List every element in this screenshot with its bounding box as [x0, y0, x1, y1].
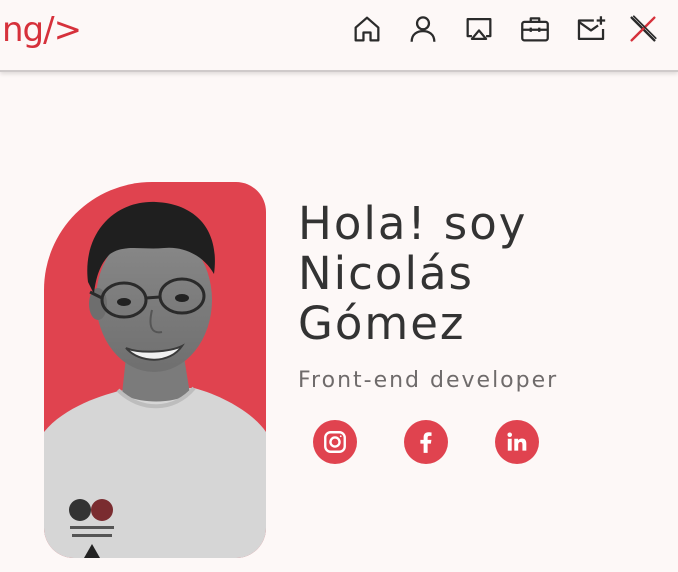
home-icon [354, 16, 380, 42]
role-subtitle: Front-end developer [298, 368, 559, 393]
site-header: ng/> [0, 0, 678, 72]
instagram-icon [324, 431, 346, 453]
logo[interactable]: ng/> [2, 10, 82, 50]
facebook-link[interactable] [404, 420, 448, 464]
profile-photo-illustration [44, 201, 266, 558]
briefcase-icon [521, 17, 549, 42]
nav-close[interactable] [623, 9, 663, 49]
nav-home[interactable] [347, 9, 387, 49]
linkedin-link[interactable] [495, 420, 539, 464]
user-icon [410, 16, 436, 42]
nav-contact[interactable] [571, 9, 611, 49]
linkedin-icon [507, 432, 527, 451]
heading-line: Gómez [298, 297, 466, 350]
nav-projects[interactable] [459, 9, 499, 49]
instagram-link[interactable] [313, 420, 357, 464]
hero-section: Hola! soy Nicolás Gómez Front-end develo… [0, 72, 678, 572]
mail-plus-icon [577, 16, 606, 41]
nav-experience[interactable] [515, 9, 555, 49]
close-icon [630, 15, 657, 42]
airplay-icon [466, 17, 492, 41]
nav-about[interactable] [403, 9, 443, 49]
profile-photo [44, 182, 266, 558]
heading-line: Nicolás [298, 247, 474, 300]
hero-heading: Hola! soy Nicolás Gómez [298, 199, 658, 349]
heading-line: Hola! soy [298, 197, 528, 250]
facebook-icon [420, 432, 432, 453]
